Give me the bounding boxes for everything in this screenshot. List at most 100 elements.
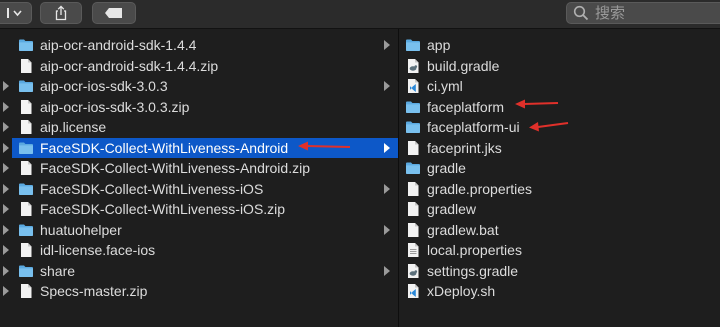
item-name: aip-ocr-ios-sdk-3.0.3.zip xyxy=(40,98,190,115)
item-name: FaceSDK-Collect-WithLiveness-Android.zip xyxy=(40,160,310,176)
file-icon xyxy=(408,181,419,196)
item-name: local.properties xyxy=(427,242,522,258)
disclosure-arrow-icon xyxy=(384,81,390,91)
item-name: FaceSDK-Collect-WithLiveness-iOS.zip xyxy=(40,201,286,217)
item-name: aip.license xyxy=(40,119,107,135)
item-name: ci.yml xyxy=(427,78,463,94)
folder-row[interactable]: aip-ocr-ios-sdk-3.0.3 xyxy=(12,76,398,96)
file-icon xyxy=(21,284,32,298)
disclosure-arrow-icon xyxy=(3,142,9,153)
disclosure-arrow-icon xyxy=(3,122,9,132)
file-row[interactable]: settings.gradle xyxy=(399,261,720,281)
share-button[interactable] xyxy=(40,2,82,24)
search-input[interactable] xyxy=(595,4,715,22)
item-name: faceplatform-ui xyxy=(427,119,520,135)
disclosure-arrow-icon xyxy=(3,265,9,276)
file-icon xyxy=(21,99,32,114)
item-name: idl-license.face-ios xyxy=(40,242,156,258)
file-row[interactable]: idl-license.face-ios xyxy=(12,240,398,260)
left-column: aip-ocr-android-sdk-1.4.4 aip-ocr-android… xyxy=(0,29,399,327)
search-field[interactable] xyxy=(566,2,720,24)
file-row[interactable]: ci.yml xyxy=(399,76,720,96)
file-row[interactable]: local.properties xyxy=(399,240,720,260)
file-row[interactable]: aip.license xyxy=(12,117,398,137)
item-name: gradlew.bat xyxy=(427,221,499,238)
file-row[interactable]: build.gradle xyxy=(399,56,720,76)
vscode-file-icon xyxy=(408,79,419,93)
folder-row[interactable]: app xyxy=(399,35,720,55)
folder-row[interactable]: FaceSDK-Collect-WithLiveness-iOS xyxy=(12,179,398,199)
file-icon xyxy=(21,243,32,257)
item-name: gradle.properties xyxy=(427,180,533,197)
folder-icon xyxy=(19,183,33,195)
share-icon xyxy=(55,5,67,21)
folder-row[interactable]: aip-ocr-android-sdk-1.4.4 xyxy=(12,35,398,55)
disclosure-arrow-icon xyxy=(3,224,9,235)
item-name: Specs-master.zip xyxy=(40,283,148,299)
disclosure-arrow-icon xyxy=(384,265,390,276)
disclosure-arrow-icon xyxy=(3,81,9,91)
disclosure-arrow-icon xyxy=(384,40,390,50)
disclosure-arrow-icon xyxy=(3,286,9,296)
annotation-arrow-faceplatform xyxy=(515,99,559,109)
file-row[interactable]: aip-ocr-ios-sdk-3.0.3.zip xyxy=(12,97,398,117)
search-icon xyxy=(573,5,589,21)
disclosure-arrow-icon xyxy=(384,183,390,194)
disclosure-arrow-icon xyxy=(384,142,390,153)
finder-toolbar xyxy=(0,0,720,29)
view-options-button[interactable] xyxy=(0,2,32,24)
folder-icon xyxy=(406,39,420,51)
item-name: app xyxy=(427,37,451,53)
folder-row[interactable]: share xyxy=(12,261,398,281)
folder-icon xyxy=(19,224,33,236)
gradle-file-icon xyxy=(408,58,419,73)
file-icon xyxy=(408,222,419,237)
item-name: huatuohelper xyxy=(40,221,122,238)
file-icon xyxy=(408,202,419,216)
folder-row[interactable]: gradle xyxy=(399,158,720,178)
item-name: aip-ocr-android-sdk-1.4.4 xyxy=(40,37,197,53)
file-row[interactable]: Specs-master.zip xyxy=(12,281,398,301)
folder-icon xyxy=(406,121,420,133)
file-row[interactable]: gradlew xyxy=(399,199,720,219)
item-name: FaceSDK-Collect-WithLiveness-Android xyxy=(40,139,289,156)
disclosure-arrow-icon xyxy=(3,183,9,194)
item-name: build.gradle xyxy=(427,57,500,74)
item-name: aip-ocr-ios-sdk-3.0.3 xyxy=(40,78,168,94)
file-icon xyxy=(408,140,419,155)
file-row[interactable]: aip-ocr-android-sdk-1.4.4.zip xyxy=(12,56,398,76)
folder-icon xyxy=(19,265,33,277)
disclosure-arrow-icon xyxy=(3,163,9,173)
file-row[interactable]: gradlew.bat xyxy=(399,220,720,240)
file-row[interactable]: FaceSDK-Collect-WithLiveness-Android.zip xyxy=(12,158,398,178)
vscode-file-icon xyxy=(408,284,419,298)
file-row[interactable]: faceprint.jks xyxy=(399,138,720,158)
item-name: faceprint.jks xyxy=(427,139,502,156)
folder-icon xyxy=(406,162,420,174)
item-name: share xyxy=(40,262,76,279)
file-row[interactable]: gradle.properties xyxy=(399,179,720,199)
disclosure-arrow-icon xyxy=(3,204,9,214)
file-row[interactable]: xDeploy.sh xyxy=(399,281,720,301)
folder-icon xyxy=(19,39,33,51)
tag-button[interactable] xyxy=(92,2,136,24)
disclosure-arrow-icon xyxy=(3,245,9,255)
file-icon xyxy=(21,202,32,216)
chevron-down-icon xyxy=(7,8,22,18)
item-name: aip-ocr-android-sdk-1.4.4.zip xyxy=(40,57,219,74)
item-name: settings.gradle xyxy=(427,262,519,279)
folder-icon xyxy=(19,80,33,92)
file-icon xyxy=(21,58,32,73)
tag-icon xyxy=(105,8,122,18)
right-column: app build.gradle ci.yml faceplatform facepla… xyxy=(399,29,720,327)
item-name: gradlew xyxy=(427,201,477,217)
folder-icon xyxy=(406,101,420,113)
document-icon xyxy=(408,243,419,257)
annotation-arrow-selected xyxy=(298,141,351,151)
folder-row[interactable]: huatuohelper xyxy=(12,220,398,240)
annotation-arrow-faceplatform-ui xyxy=(529,122,569,132)
gradle-file-icon xyxy=(408,263,419,278)
folder-icon xyxy=(19,142,33,154)
file-icon xyxy=(21,120,32,134)
file-row[interactable]: FaceSDK-Collect-WithLiveness-iOS.zip xyxy=(12,199,398,219)
